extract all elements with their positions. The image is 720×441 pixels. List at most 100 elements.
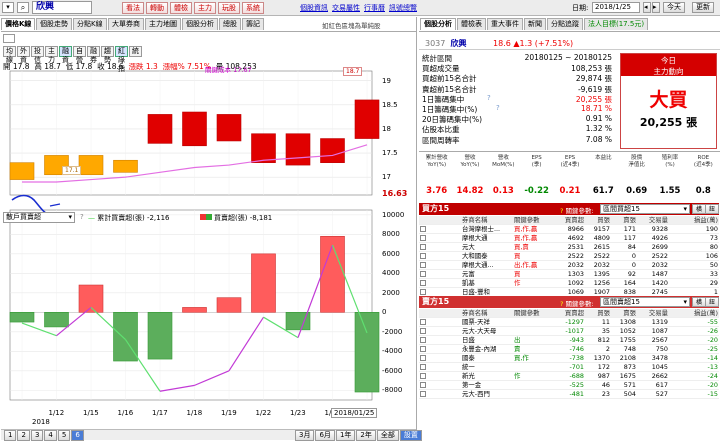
checkbox[interactable] — [420, 355, 426, 361]
sell-horizontal-button[interactable]: 橫 — [692, 297, 707, 307]
checkbox[interactable] — [420, 271, 426, 277]
buy-col-5[interactable]: 交易量 — [637, 216, 669, 225]
table-row[interactable]: 永豐金-內湖賣 -746 2 748 750 -25 — [419, 344, 719, 354]
sell-cell: 買,作 — [513, 353, 555, 363]
checkbox[interactable] — [420, 373, 426, 379]
checkbox[interactable] — [420, 391, 426, 397]
sell-cell: 1319 — [637, 317, 669, 327]
right-tab-3[interactable]: 新聞 — [524, 18, 546, 30]
date-input[interactable]: 2018/1/25 — [592, 2, 640, 13]
checkbox[interactable] — [420, 328, 426, 334]
sell-col-4[interactable]: 賣張 — [611, 309, 637, 318]
sell-col-6[interactable]: 損益(萬) — [669, 309, 719, 318]
row-checkbox[interactable] — [419, 269, 461, 279]
table-row[interactable]: 摩根大通... 出,作,贏 2032 2032 0 2032 50 — [419, 260, 719, 270]
checkbox[interactable] — [420, 262, 426, 268]
table-row[interactable]: 元大-西門 -481 23 504 527 -15 — [419, 389, 719, 399]
checkbox[interactable] — [420, 280, 426, 286]
buy-range-select[interactable]: 區間買超15 ▾ — [600, 204, 690, 214]
row-checkbox[interactable] — [419, 335, 461, 345]
table-row[interactable]: 大和國泰買 2522 2522 0 2522 106 — [419, 251, 719, 261]
checkbox[interactable] — [420, 244, 426, 250]
row-checkbox[interactable] — [419, 371, 461, 381]
table-row[interactable]: 國票-天祥 -1297 11 1308 1319 -55 — [419, 317, 719, 327]
table-row[interactable]: 凱基作 1092 1256 164 1420 29 — [419, 278, 719, 288]
sell-col-0[interactable]: 券商名稱 — [461, 309, 513, 318]
help-icon[interactable]: ? — [487, 94, 491, 102]
sell-col-1[interactable]: 關鍵參數 — [513, 309, 555, 318]
row-checkbox[interactable] — [419, 326, 461, 336]
table-row[interactable]: 摩根大通 買,作,贏 4692 4809 117 4926 73 — [419, 233, 719, 243]
period-button-5[interactable]: 設置 — [399, 430, 422, 441]
row-checkbox[interactable] — [419, 278, 461, 288]
row-checkbox[interactable] — [419, 389, 461, 399]
checkbox[interactable] — [420, 364, 426, 370]
buy-col-4[interactable]: 賣張 — [611, 216, 637, 225]
table-row[interactable]: 台灣摩根士... 買,作,贏 8966 9157 171 9328 190 — [419, 224, 719, 234]
help-icon-buy[interactable]: ? — [560, 207, 563, 215]
right-tab-4[interactable]: 分點追蹤 — [547, 18, 583, 30]
page-button-5[interactable]: 5 — [57, 430, 71, 441]
row-checkbox[interactable] — [419, 233, 461, 243]
checkbox[interactable] — [420, 226, 426, 232]
page-button-1[interactable]: 1 — [4, 430, 17, 441]
sell-col-3[interactable]: 買張 — [585, 309, 611, 318]
page-button-2[interactable]: 2 — [17, 430, 30, 441]
period-button-4[interactable]: 全部 — [376, 430, 399, 441]
table-row[interactable]: 第一金 -525 46 571 617 -20 — [419, 380, 719, 390]
checkbox[interactable] — [420, 346, 426, 352]
row-checkbox[interactable] — [419, 260, 461, 270]
checkbox[interactable] — [420, 235, 426, 241]
buy-vertical-button[interactable]: 鈕 — [705, 204, 720, 214]
row-checkbox[interactable] — [419, 362, 461, 372]
help-icon[interactable]: ? — [80, 213, 84, 221]
buy-col-6[interactable]: 損益(萬) — [669, 216, 719, 225]
right-tab-0[interactable]: 個股分析 — [420, 18, 456, 30]
table-row[interactable]: 日盛出 -943 812 1755 2567 -20 — [419, 335, 719, 345]
page-button-6[interactable]: 6 — [71, 430, 84, 441]
sell-col-5[interactable]: 交易量 — [637, 309, 669, 318]
buy-horizontal-button[interactable]: 橫 — [692, 204, 707, 214]
next-day-button[interactable]: ▸ — [652, 2, 660, 13]
row-checkbox[interactable] — [419, 251, 461, 261]
table-row[interactable]: 統一 -701 172 873 1045 -13 — [419, 362, 719, 372]
table-row[interactable]: 元富買 1303 1395 92 1487 33 — [419, 269, 719, 279]
refresh-button[interactable]: 更新 — [692, 2, 714, 13]
table-row[interactable]: 元大 買,賣 2531 2615 84 2699 80 — [419, 242, 719, 252]
row-checkbox[interactable] — [419, 344, 461, 354]
row-checkbox[interactable] — [419, 380, 461, 390]
right-tab-1[interactable]: 體檢表 — [457, 18, 486, 30]
sell-col-2[interactable]: 買賣超 — [555, 309, 585, 318]
period-button-0[interactable]: 3月 — [295, 430, 315, 441]
period-button-2[interactable]: 1年 — [335, 430, 356, 441]
right-tab-2[interactable]: 重大事件 — [487, 18, 523, 30]
checkbox[interactable] — [420, 319, 426, 325]
buy-col-3[interactable]: 買張 — [585, 216, 611, 225]
checkbox[interactable] — [420, 289, 426, 295]
checkbox[interactable] — [420, 337, 426, 343]
table-row[interactable]: 新光作 -688 987 1675 2662 -24 — [419, 371, 719, 381]
sub-indicator-select[interactable]: 散戶買賣超 ▾ — [3, 212, 75, 223]
sell-range-select[interactable]: 區間賣超15 ▾ — [600, 297, 690, 307]
page-button-3[interactable]: 3 — [30, 430, 44, 441]
page-button-4[interactable]: 4 — [44, 430, 57, 441]
row-checkbox[interactable] — [419, 353, 461, 363]
right-tab-5[interactable]: 法人目標(17.5元) — [584, 18, 649, 30]
help-icon-sell[interactable]: ? — [560, 300, 563, 308]
row-checkbox[interactable] — [419, 317, 461, 327]
checkbox[interactable] — [420, 382, 426, 388]
period-button-3[interactable]: 2年 — [356, 430, 376, 441]
sell-cell: 1052 — [611, 326, 637, 336]
checkbox[interactable] — [420, 253, 426, 259]
buy-col-2[interactable]: 買賣超 — [555, 216, 585, 225]
table-row[interactable]: 國泰 買,作 -738 1370 2108 3478 -14 — [419, 353, 719, 363]
sell-vertical-button[interactable]: 鈕 — [705, 297, 720, 307]
period-button-1[interactable]: 6月 — [315, 430, 335, 441]
buy-col-1[interactable]: 關鍵參數 — [513, 216, 555, 225]
prev-day-button[interactable]: ◂ — [643, 2, 651, 13]
today-button[interactable]: 今天 — [663, 2, 685, 13]
table-row[interactable]: 元大-大天母 -1017 35 1052 1087 -26 — [419, 326, 719, 336]
row-checkbox[interactable] — [419, 242, 461, 252]
row-checkbox[interactable] — [419, 224, 461, 234]
buy-col-0[interactable]: 券商名稱 — [461, 216, 513, 225]
